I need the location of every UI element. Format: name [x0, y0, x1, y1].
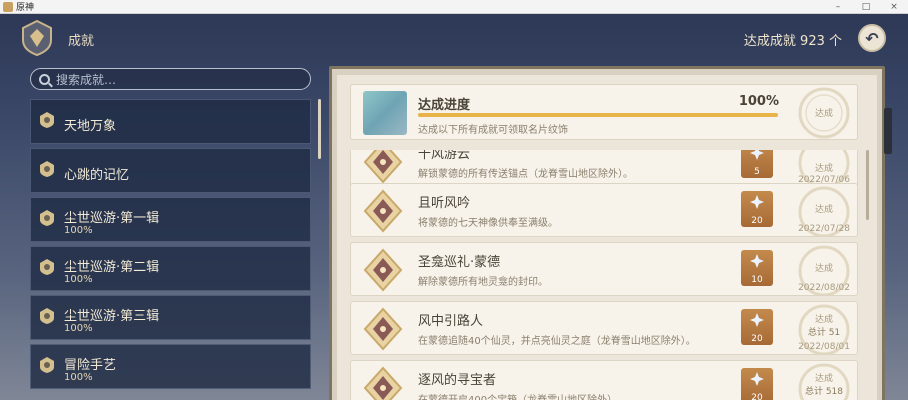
- category-icon: [40, 259, 54, 275]
- progress-bar: [418, 113, 778, 117]
- category-scrollbar[interactable]: [318, 99, 321, 159]
- progress-percent: 100%: [738, 94, 779, 109]
- category-name: 心跳的记忆: [64, 168, 130, 183]
- namecard-thumbnail: [363, 91, 407, 135]
- achievement-date: 2022/08/02: [798, 283, 850, 293]
- app-icon: [3, 1, 13, 12]
- achievement-row: 圣龛巡礼·蒙德 解除蒙德所有地灵龛的封印。 10 达成 2022/08/02: [350, 242, 858, 296]
- category-name: 尘世巡游·第三辑: [64, 309, 160, 324]
- minimize-button[interactable]: –: [824, 0, 852, 14]
- achievement-desc: 解除蒙德所有地灵龛的封印。: [418, 277, 548, 288]
- category-item[interactable]: 尘世巡游·第二辑 100%: [30, 246, 311, 291]
- achievement-name: 千风游云: [418, 150, 471, 162]
- category-name: 天地万象: [64, 119, 117, 134]
- achievement-date: 2022/08/01: [798, 342, 850, 352]
- reward-count: 20: [751, 393, 763, 400]
- primogem-icon: [750, 150, 764, 160]
- seal-label: 达成: [814, 164, 833, 174]
- primogem-reward: 20: [741, 368, 773, 400]
- achievement-medal-icon: [363, 150, 403, 184]
- primogem-icon: [750, 195, 764, 209]
- category-name: 冒险手艺: [64, 358, 117, 373]
- search-input[interactable]: 搜索成就…: [30, 68, 311, 90]
- achievement-list: 千风游云 解锁蒙德的所有传送锚点（龙脊雪山地区除外）。 5 达成 2022/07…: [350, 150, 858, 400]
- achievement-desc: 在蒙德追随40个仙灵，并点亮仙灵之庭（龙脊雪山地区除外）。: [418, 336, 696, 347]
- achievement-medal-icon: [363, 307, 403, 351]
- achievement-progress-total: 总计 518: [804, 387, 844, 397]
- reward-count: 20: [751, 334, 763, 344]
- category-percent: 100%: [64, 225, 93, 236]
- achievement-name: 且听风吟: [418, 196, 471, 211]
- primogem-icon: [750, 372, 764, 386]
- category-icon: [40, 161, 54, 177]
- achievement-count: 达成成就 923 个: [743, 34, 842, 49]
- seal-label: 达成: [814, 205, 833, 215]
- window-controls: – □ ×: [824, 0, 908, 14]
- seal-label: 达成: [814, 264, 833, 274]
- category-name: 尘世巡游·第一辑: [64, 211, 160, 226]
- back-button[interactable]: ↶: [858, 24, 886, 52]
- category-percent: 100%: [64, 274, 93, 285]
- primogem-icon: [750, 313, 764, 327]
- achievement-date: 2022/07/28: [798, 224, 850, 234]
- progress-bar-fill: [418, 113, 778, 117]
- panel-edge-tab: [884, 108, 892, 154]
- achievement-progress-total: 总计 51: [807, 328, 841, 338]
- achievement-name: 风中引路人: [418, 314, 484, 329]
- primogem-icon: [750, 254, 764, 268]
- achievement-medal-icon: [363, 366, 403, 400]
- achievement-row: 风中引路人 在蒙德追随40个仙灵，并点亮仙灵之庭（龙脊雪山地区除外）。 20 达…: [350, 301, 858, 355]
- category-icon: [40, 357, 54, 373]
- category-percent: 100%: [64, 323, 93, 334]
- back-arrow-icon: ↶: [865, 28, 879, 48]
- page-title: 成就: [68, 34, 95, 49]
- progress-card: 达成进度 100% 达成以下所有成就可领取名片纹饰 达成: [350, 84, 858, 140]
- seal-label: 达成: [814, 315, 833, 325]
- achievement-name: 圣龛巡礼·蒙德: [418, 255, 501, 270]
- window-titlebar: 原神 – □ ×: [0, 0, 908, 14]
- category-item[interactable]: 尘世巡游·第三辑 100%: [30, 295, 311, 340]
- category-icon: [40, 308, 54, 324]
- search-placeholder: 搜索成就…: [56, 72, 117, 87]
- achievement-badge-icon: [22, 20, 52, 56]
- achievement-medal-icon: [363, 189, 403, 233]
- achievement-scrollbar[interactable]: [866, 150, 869, 220]
- primogem-reward: 5: [741, 150, 773, 178]
- achievement-desc: 将蒙德的七天神像供奉至满级。: [418, 218, 558, 229]
- category-list: 天地万象 心跳的记忆 尘世巡游·第一辑 100% 尘世巡游·第二辑 100% 尘…: [30, 99, 311, 393]
- category-icon: [40, 112, 54, 128]
- seal-label: 达成: [814, 109, 833, 119]
- category-percent: 100%: [64, 372, 93, 383]
- search-icon: [39, 73, 50, 85]
- category-item[interactable]: 尘世巡游·第一辑 100%: [30, 197, 311, 242]
- achievement-row: 逐风的寻宝者 在蒙德开启400个宝箱（龙脊雪山地区除外）。 20 达成 总计 5…: [350, 360, 858, 400]
- progress-description: 达成以下所有成就可领取名片纹饰: [418, 125, 568, 136]
- achievement-desc: 解锁蒙德的所有传送锚点（龙脊雪山地区除外）。: [418, 169, 633, 180]
- primogem-reward: 20: [741, 191, 773, 227]
- maximize-button[interactable]: □: [852, 0, 880, 14]
- reward-count: 20: [751, 216, 763, 226]
- primogem-reward: 20: [741, 309, 773, 345]
- category-item[interactable]: 心跳的记忆: [30, 148, 311, 193]
- reward-count: 5: [754, 167, 760, 177]
- seal-label: 达成: [814, 374, 833, 384]
- progress-title: 达成进度: [418, 98, 471, 113]
- category-icon: [40, 210, 54, 226]
- close-button[interactable]: ×: [880, 0, 908, 14]
- achievement-desc: 在蒙德开启400个宝箱（龙脊雪山地区除外）。: [418, 391, 622, 400]
- achievement-medal-icon: [363, 248, 403, 292]
- primogem-reward: 10: [741, 250, 773, 286]
- achievement-row: 且听风吟 将蒙德的七天神像供奉至满级。 20 达成 2022/07/28: [350, 183, 858, 237]
- window-title: 原神: [16, 3, 35, 13]
- reward-count: 10: [751, 275, 763, 285]
- achievement-name: 逐风的寻宝者: [418, 373, 497, 388]
- category-item[interactable]: 天地万象: [30, 99, 311, 144]
- category-item[interactable]: 冒险手艺 100%: [30, 344, 311, 389]
- category-name: 尘世巡游·第二辑: [64, 260, 160, 275]
